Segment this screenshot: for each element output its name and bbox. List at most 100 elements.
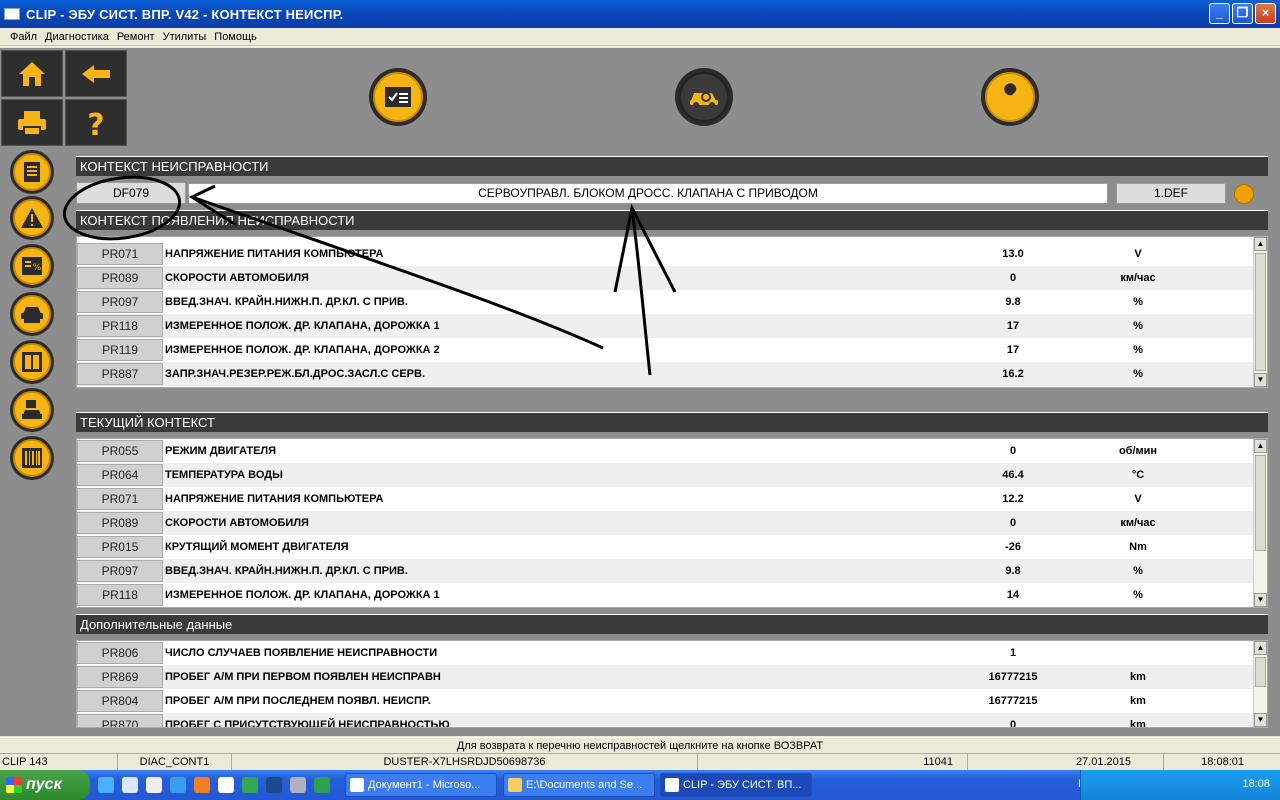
word-icon — [350, 778, 364, 792]
param-label: ТЕМПЕРАТУРА ВОДЫ — [165, 469, 283, 481]
close-button[interactable]: × — [1255, 3, 1276, 24]
param-unit: km — [1130, 719, 1146, 728]
param-code[interactable]: PR097 — [77, 291, 163, 313]
sidebar-barcode-button[interactable] — [10, 436, 54, 480]
table-row: PR071 НАПРЯЖЕНИЕ ПИТАНИЯ КОМПЬЮТЕРА 13.0 V — [77, 242, 1255, 266]
scroll-down-arrow[interactable]: ▼ — [1254, 593, 1267, 607]
param-code[interactable]: PR119 — [77, 339, 163, 361]
scroll-down-arrow[interactable]: ▼ — [1254, 373, 1267, 387]
print-button[interactable] — [1, 99, 63, 146]
sidebar-faults-button[interactable] — [10, 196, 54, 240]
task-clip[interactable]: CLIP - ЭБУ СИСТ. ВП... — [660, 773, 812, 797]
start-button[interactable]: пуск — [0, 770, 90, 800]
ie-icon[interactable] — [98, 777, 114, 793]
scroll-up-arrow[interactable]: ▲ — [1254, 439, 1267, 453]
save-icon[interactable] — [290, 777, 306, 793]
param-label: ЧИСЛО СЛУЧАЕВ ПОЯВЛЕНИЕ НЕИСПРАВНОСТИ — [165, 647, 438, 659]
percent-list-icon: % — [22, 257, 42, 275]
param-value: 0 — [1009, 445, 1017, 457]
table-row: PR804 ПРОБЕГ А/М ПРИ ПОСЛЕДНЕМ ПОЯВЛ. НЕИ… — [77, 689, 1255, 713]
sidebar-parameters-button[interactable]: % — [10, 244, 54, 288]
param-code[interactable]: PR097 — [77, 560, 163, 582]
scroll-down-arrow[interactable]: ▼ — [1254, 713, 1267, 727]
vertical-scrollbar[interactable]: ▲ ▼ — [1253, 439, 1267, 607]
fault-code[interactable]: DF079 — [76, 182, 186, 204]
param-code[interactable]: PR055 — [77, 440, 163, 462]
param-value: 0 — [1009, 517, 1017, 529]
fault-description: СЕРВОУПРАВЛ. БЛОКОМ ДРОСС. КЛАПАНА С ПРИ… — [188, 183, 1108, 204]
task-word[interactable]: Документ1 - Microso... — [345, 773, 497, 797]
scroll-up-arrow[interactable]: ▲ — [1254, 641, 1267, 655]
car-search-icon — [690, 92, 718, 108]
param-code[interactable]: PR870 — [77, 714, 163, 727]
restore-button[interactable]: ❐ — [1232, 3, 1253, 24]
menu-help[interactable]: Помощь — [210, 31, 261, 43]
car-save-icon — [22, 400, 42, 419]
outlook-icon[interactable] — [146, 777, 162, 793]
utorrent-icon[interactable] — [242, 777, 258, 793]
scroll-thumb[interactable] — [1255, 657, 1266, 687]
menu-diagnostics[interactable]: Диагностика — [41, 31, 113, 43]
desktop-icon[interactable] — [122, 777, 138, 793]
vehicle-diagnostic-button[interactable] — [675, 68, 733, 126]
param-code[interactable]: PR089 — [77, 512, 163, 534]
table-row: PR097 ВВЕД.ЗНАЧ. КРАЙН.НИЖН.П. ДР.КЛ. С П… — [77, 290, 1255, 314]
fault-row: DF079 СЕРВОУПРАВЛ. БЛОКОМ ДРОСС. КЛАПАНА… — [76, 182, 1268, 204]
param-code[interactable]: PR887 — [77, 363, 163, 385]
task-explorer[interactable]: E:\Documents and Se... — [503, 773, 655, 797]
param-code[interactable]: PR118 — [77, 315, 163, 337]
sidebar-report-button[interactable] — [10, 150, 54, 194]
folder-icon — [508, 778, 522, 792]
firefox-icon[interactable] — [194, 777, 210, 793]
param-code[interactable]: PR064 — [77, 464, 163, 486]
param-label: КРУТЯЩИЙ МОМЕНТ ДВИГАТЕЛЯ — [165, 541, 349, 553]
sidebar-vehicle-button[interactable] — [10, 292, 54, 336]
table-row: PR870 ПРОБЕГ С ПРИСУТСТВУЮЩЕЙ НЕИСПРАВНОС… — [77, 713, 1255, 728]
menu-utilities[interactable]: Утилиты — [159, 31, 211, 43]
param-code[interactable]: PR089 — [77, 267, 163, 289]
status-indicator — [1234, 184, 1254, 204]
home-button[interactable] — [1, 50, 63, 97]
help-button[interactable]: ? — [65, 99, 127, 146]
param-code[interactable]: PR071 — [77, 243, 163, 265]
app-icon-1[interactable] — [266, 777, 282, 793]
sidebar-save-button[interactable] — [10, 388, 54, 432]
scroll-up-arrow[interactable]: ▲ — [1254, 237, 1267, 251]
param-label: ИЗМЕРЕННОЕ ПОЛОЖ. ДР. КЛАПАНА, ДОРОЖКА 1 — [165, 320, 440, 332]
param-unit: km — [1130, 671, 1146, 683]
repair-button[interactable] — [981, 68, 1039, 126]
param-value: 13.0 — [1002, 248, 1024, 260]
status-clip: CLIP 143 — [0, 754, 118, 770]
vertical-scrollbar[interactable]: ▲ ▼ — [1253, 237, 1267, 387]
status-time: 18:08:01 — [1201, 756, 1244, 768]
param-value: 0 — [1009, 719, 1017, 728]
taskbar: пуск Документ1 - Microso... E:\Documents… — [0, 770, 1280, 800]
status-diag: DIAC_CONT1 — [118, 754, 232, 770]
scroll-thumb[interactable] — [1255, 455, 1266, 551]
param-label: ПРОБЕГ А/М ПРИ ПОСЛЕДНЕМ ПОЯВЛ. НЕИСПР. — [165, 695, 431, 707]
skype-icon[interactable] — [170, 777, 186, 793]
param-label: СКОРОСТИ АВТОМОБИЛЯ — [165, 517, 309, 529]
table-row: PR869 ПРОБЕГ А/М ПРИ ПЕРВОМ ПОЯВЛЕН НЕИСП… — [77, 665, 1255, 689]
explorer-icon[interactable] — [218, 777, 234, 793]
menu-file[interactable]: Файл — [6, 31, 41, 43]
param-code[interactable]: PR804 — [77, 690, 163, 712]
param-code[interactable]: PR071 — [77, 488, 163, 510]
param-code[interactable]: PR869 — [77, 666, 163, 688]
back-button[interactable] — [65, 50, 127, 97]
app-icon-2[interactable] — [314, 777, 330, 793]
param-code[interactable]: PR015 — [77, 536, 163, 558]
fault-status[interactable]: 1.DEF — [1116, 183, 1226, 204]
param-code[interactable]: PR806 — [77, 642, 163, 664]
menu-repair[interactable]: Ремонт — [113, 31, 159, 43]
status-code: 11041 — [698, 754, 968, 770]
checklist-button[interactable] — [369, 68, 427, 126]
param-code[interactable]: PR118 — [77, 584, 163, 606]
sidebar-states-button[interactable] — [10, 340, 54, 384]
arrow-left-icon — [82, 64, 110, 83]
minimize-button[interactable]: _ — [1209, 3, 1230, 24]
scroll-thumb[interactable] — [1255, 253, 1266, 371]
clock: 18:08 — [1242, 778, 1270, 790]
param-unit: об/мин — [1118, 445, 1158, 457]
vertical-scrollbar[interactable]: ▲ ▼ — [1253, 641, 1267, 727]
